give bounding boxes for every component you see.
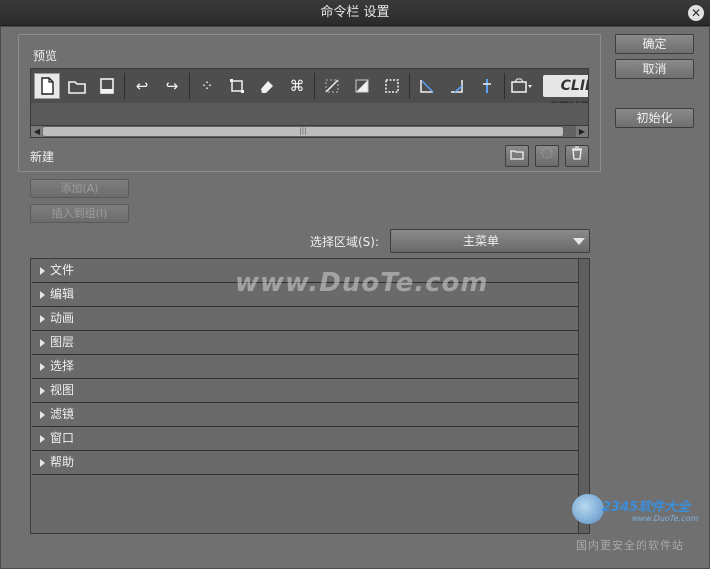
title-bar: 命令栏 设置 ✕ — [0, 0, 710, 26]
redo-icon[interactable]: ↪ — [159, 73, 185, 99]
expand-triangle-icon[interactable] — [40, 267, 45, 275]
cancel-button[interactable]: 取消 — [615, 59, 694, 79]
dots-icon[interactable]: ⁘ — [194, 73, 220, 99]
horizontal-scrollbar[interactable]: ◀ ||| ▶ — [31, 125, 588, 137]
tree-item-filter[interactable]: 滤镜 — [32, 403, 578, 427]
expand-triangle-icon[interactable] — [40, 459, 45, 467]
scroll-left-icon[interactable]: ◀ — [31, 126, 43, 137]
select-rect-icon[interactable] — [379, 73, 405, 99]
menu-tree: 文件 编辑 动画 图层 选择 视图 滤镜 窗口 帮助 — [30, 258, 590, 534]
expand-triangle-icon[interactable] — [40, 339, 45, 347]
tree-item-label: 帮助 — [50, 455, 75, 469]
window-title: 命令栏 设置 — [320, 5, 390, 20]
tree-item-help[interactable]: 帮助 — [32, 451, 578, 475]
tree-item-select[interactable]: 选择 — [32, 355, 578, 379]
expand-triangle-icon[interactable] — [40, 291, 45, 299]
tree-item-label: 文件 — [50, 263, 75, 277]
pen-icon[interactable] — [319, 73, 345, 99]
tree-item-label: 滤镜 — [50, 407, 75, 421]
scroll-right-icon[interactable]: ▶ — [576, 126, 588, 137]
expand-triangle-icon[interactable] — [40, 435, 45, 443]
select-area-label: 选择区域(S): — [310, 235, 380, 249]
tree-item-edit[interactable]: 编辑 — [32, 283, 578, 307]
select-area-dropdown[interactable]: 主菜单 — [390, 229, 590, 253]
expand-triangle-icon[interactable] — [40, 363, 45, 371]
expand-triangle-icon[interactable] — [40, 315, 45, 323]
tree-item-animation[interactable]: 动画 — [32, 307, 578, 331]
tree-item-label: 编辑 — [50, 287, 75, 301]
new-file-icon[interactable] — [34, 73, 60, 99]
app-logo: CLIP STUDIO — [543, 75, 588, 103]
select-area-value: 主菜单 — [462, 234, 499, 248]
settings-gear-button[interactable] — [535, 145, 559, 167]
save-icon[interactable] — [94, 73, 120, 99]
add-button[interactable]: 添加(A) — [30, 179, 129, 198]
vertical-scrollbar[interactable] — [578, 259, 589, 533]
toolbar-separator — [314, 73, 315, 99]
chevron-down-icon — [573, 238, 585, 245]
ruler-icon[interactable] — [414, 73, 440, 99]
crop-icon[interactable]: ⌘ — [284, 73, 310, 99]
eraser-icon[interactable] — [254, 73, 280, 99]
toolbar-separator — [504, 73, 505, 99]
toolbar-preview: ↩ ↪ ⁘ ⌘ CLI ◀ ||| ▶ — [30, 68, 589, 138]
tree-item-window[interactable]: 窗口 — [32, 427, 578, 451]
toolbar-strip: ↩ ↪ ⁘ ⌘ CLI — [31, 69, 588, 103]
tree-item-label: 选择 — [50, 359, 75, 373]
insert-to-group-button[interactable]: 插入到组(I) — [30, 204, 129, 223]
tree-item-view[interactable]: 视图 — [32, 379, 578, 403]
tree-item-layer[interactable]: 图层 — [32, 331, 578, 355]
open-folder-button[interactable] — [505, 145, 529, 167]
pin-icon[interactable] — [474, 73, 500, 99]
toolbar-separator — [409, 73, 410, 99]
close-button[interactable]: ✕ — [688, 5, 704, 21]
selected-command-label: 新建 — [30, 150, 55, 164]
tree-item-label: 图层 — [50, 335, 75, 349]
reset-button[interactable]: 初始化 — [615, 108, 694, 128]
tree-item-label: 动画 — [50, 311, 75, 325]
toolbar-separator — [189, 73, 190, 99]
transform-icon[interactable] — [224, 73, 250, 99]
scroll-thumb[interactable]: ||| — [43, 127, 563, 136]
open-folder-icon[interactable] — [64, 73, 90, 99]
ok-button[interactable]: 确定 — [615, 34, 694, 54]
preview-label: 预览 — [30, 47, 61, 64]
undo-icon[interactable]: ↩ — [129, 73, 155, 99]
expand-triangle-icon[interactable] — [40, 387, 45, 395]
camera-icon[interactable] — [509, 73, 535, 99]
tree-item-file[interactable]: 文件 — [32, 259, 578, 283]
tree-item-label: 视图 — [50, 383, 75, 397]
tree-item-label: 窗口 — [50, 431, 75, 445]
delete-trash-button[interactable] — [565, 145, 589, 167]
angle-icon[interactable] — [444, 73, 470, 99]
toolbar-separator — [124, 73, 125, 99]
expand-triangle-icon[interactable] — [40, 411, 45, 419]
gradient-icon[interactable] — [349, 73, 375, 99]
